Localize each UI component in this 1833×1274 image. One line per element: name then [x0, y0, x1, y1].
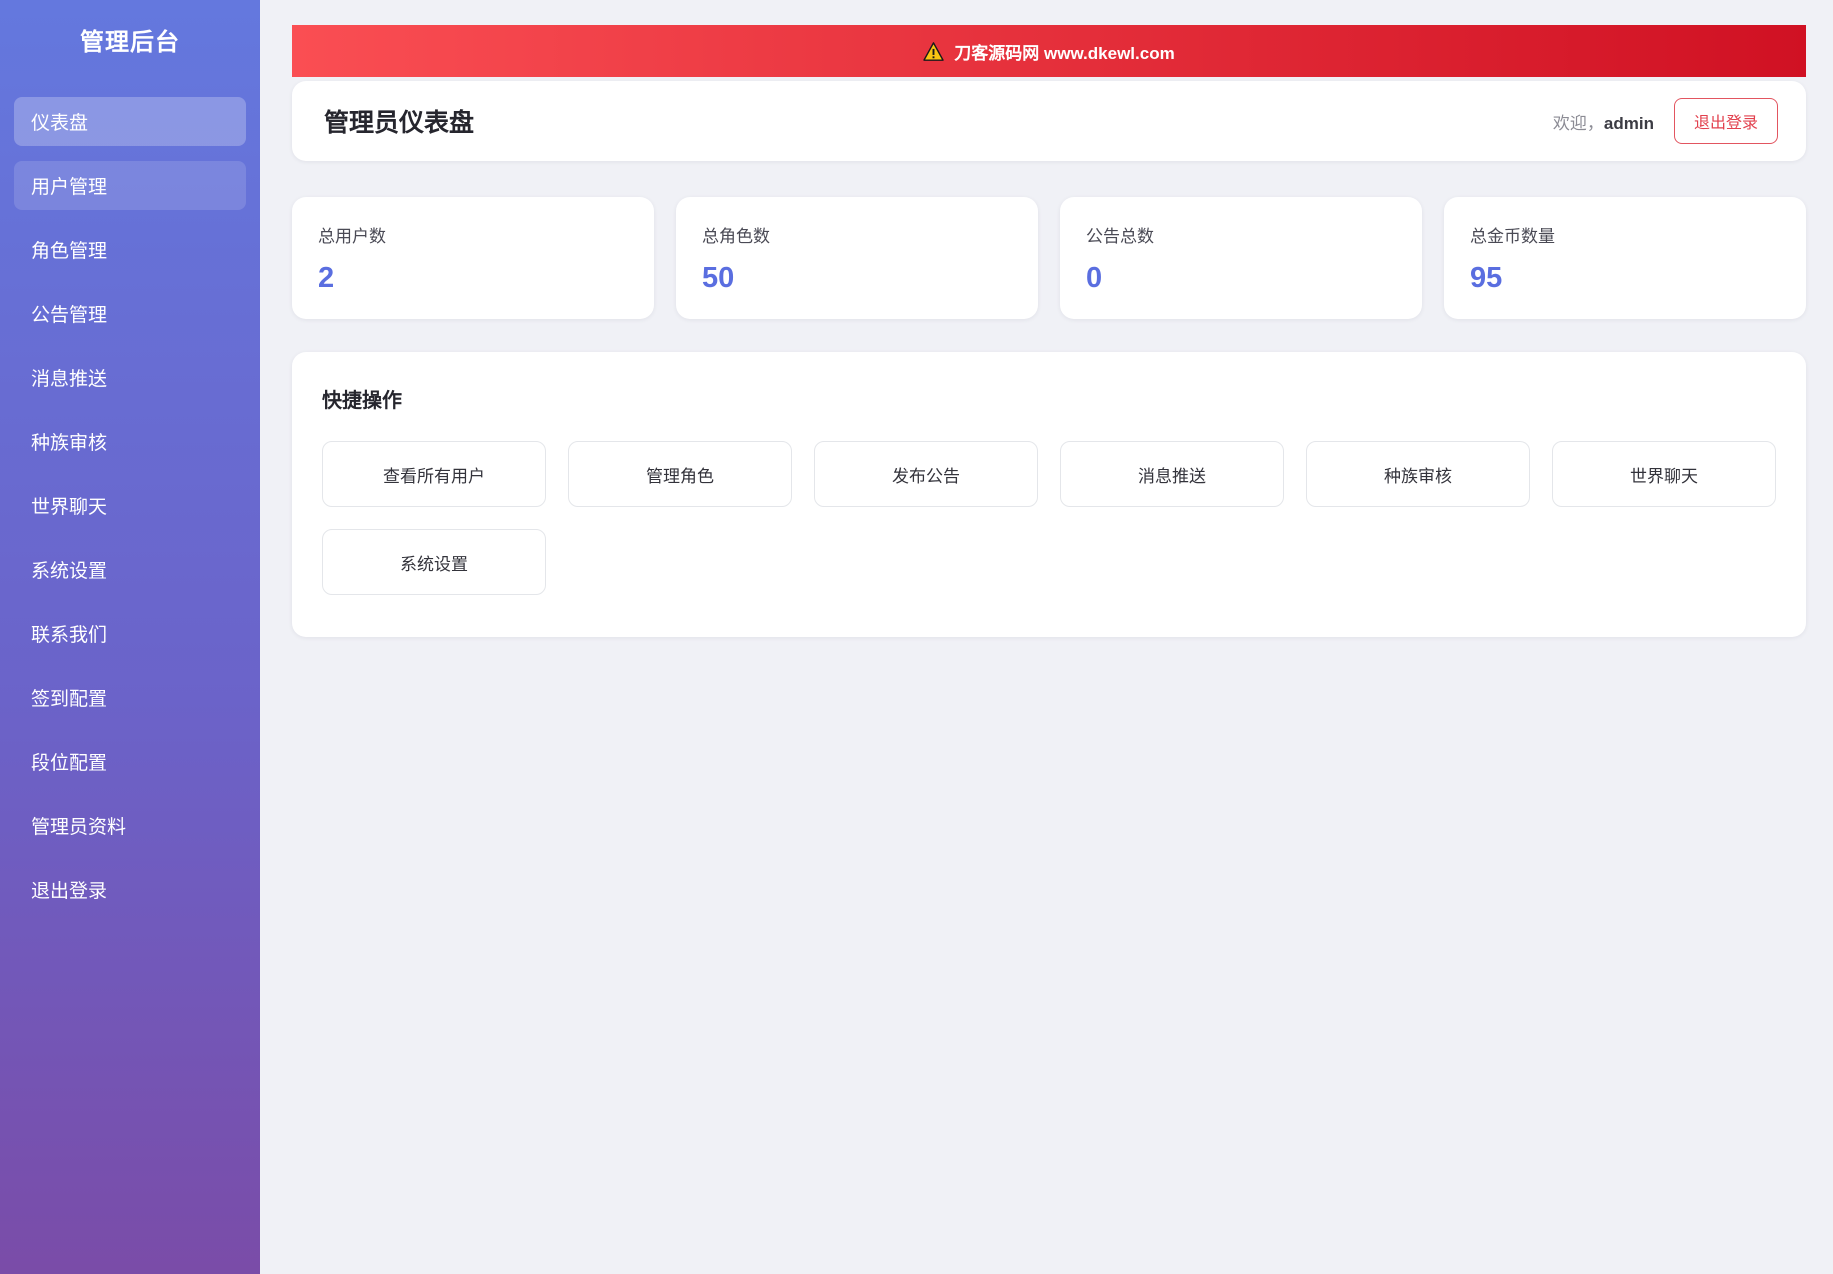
stat-card: 总金币数量 95	[1444, 197, 1806, 319]
quick-actions-card: 快捷操作 查看所有用户 管理角色 发布公告 消息推送 种族审核 世界聊天系统设置	[292, 352, 1806, 637]
sidebar-item-label: 段位配置	[31, 753, 108, 774]
stat-card: 总用户数 2	[292, 197, 654, 319]
stat-value: 95	[1470, 262, 1503, 294]
sidebar-item[interactable]: 公告管理	[14, 289, 246, 338]
username: admin	[1603, 113, 1654, 133]
sidebar-item-label: 联系我们	[31, 625, 108, 646]
stat-label: 公告总数	[1086, 227, 1154, 246]
quick-action-button[interactable]: 查看所有用户	[322, 441, 546, 507]
stat-card: 公告总数 0	[1060, 197, 1422, 319]
stat-label: 总角色数	[702, 227, 770, 246]
header-right: 欢迎，admin 退出登录	[1553, 98, 1778, 144]
sidebar-item[interactable]: 系统设置	[14, 545, 246, 594]
sidebar-item[interactable]: 段位配置	[14, 737, 246, 786]
sidebar-item-label: 签到配置	[31, 689, 108, 710]
welcome-text: 欢迎，admin	[1553, 109, 1654, 134]
welcome-prefix: 欢迎，	[1552, 113, 1604, 133]
page-title: 管理员仪表盘	[324, 109, 475, 137]
sidebar-item[interactable]: 仪表盘	[14, 97, 246, 146]
sidebar-item-label: 退出登录	[31, 881, 108, 902]
quick-action-button[interactable]: 种族审核	[1306, 441, 1530, 507]
sidebar-item-label: 公告管理	[31, 305, 108, 326]
sidebar-item-label: 世界聊天	[31, 497, 108, 518]
sidebar: 管理后台 仪表盘 用户管理 角色管理 公告管理 消息推送 种族审核 世界聊天 系…	[0, 0, 260, 1274]
notice-banner-text: 刀客源码网 www.dkewl.com	[954, 43, 1175, 63]
header-card: 管理员仪表盘 欢迎，admin 退出登录	[292, 81, 1806, 161]
sidebar-item[interactable]: 消息推送	[14, 353, 246, 402]
sidebar-item-label: 种族审核	[31, 433, 108, 454]
sidebar-item-label: 管理员资料	[31, 817, 127, 838]
quick-action-button[interactable]: 消息推送	[1060, 441, 1284, 507]
sidebar-item[interactable]: 种族审核	[14, 417, 246, 466]
quick-action-button[interactable]: 管理角色	[568, 441, 792, 507]
sidebar-item[interactable]: 联系我们	[14, 609, 246, 658]
sidebar-item-label: 角色管理	[31, 241, 108, 262]
sidebar-item[interactable]: 管理员资料	[14, 801, 246, 850]
sidebar-item[interactable]: 用户管理	[14, 161, 246, 210]
quick-actions-grid: 查看所有用户 管理角色 发布公告 消息推送 种族审核 世界聊天系统设置	[322, 441, 1776, 595]
stats-row: 总用户数 2 总角色数 50 公告总数 0 总金币数量 95	[292, 197, 1806, 319]
sidebar-item[interactable]: 签到配置	[14, 673, 246, 722]
stat-card: 总角色数 50	[676, 197, 1038, 319]
quick-action-button[interactable]: 发布公告	[814, 441, 1038, 507]
stat-value: 2	[318, 262, 335, 294]
warning-icon	[923, 41, 944, 61]
quick-actions-title: 快捷操作	[322, 390, 402, 412]
logout-button[interactable]: 退出登录	[1673, 98, 1778, 144]
sidebar-item-label: 用户管理	[31, 177, 108, 198]
stat-value: 0	[1086, 262, 1103, 294]
quick-action-button[interactable]: 世界聊天	[1552, 441, 1776, 507]
notice-banner: 刀客源码网 www.dkewl.com	[292, 25, 1806, 77]
stat-label: 总用户数	[318, 227, 386, 246]
quick-action-button[interactable]: 系统设置	[322, 529, 546, 595]
sidebar-item-label: 仪表盘	[31, 113, 89, 134]
sidebar-item[interactable]: 角色管理	[14, 225, 246, 274]
sidebar-item[interactable]: 退出登录	[14, 865, 246, 914]
sidebar-item[interactable]: 世界聊天	[14, 481, 246, 530]
main-content: 刀客源码网 www.dkewl.com 管理员仪表盘 欢迎，admin 退出登录…	[260, 0, 1833, 1274]
sidebar-item-label: 消息推送	[31, 369, 108, 390]
sidebar-nav: 仪表盘 用户管理 角色管理 公告管理 消息推送 种族审核 世界聊天 系统设置 联…	[0, 97, 260, 914]
app-title: 管理后台	[80, 29, 180, 56]
sidebar-item-label: 系统设置	[31, 561, 108, 582]
stat-label: 总金币数量	[1470, 227, 1555, 246]
stat-value: 50	[702, 262, 735, 294]
